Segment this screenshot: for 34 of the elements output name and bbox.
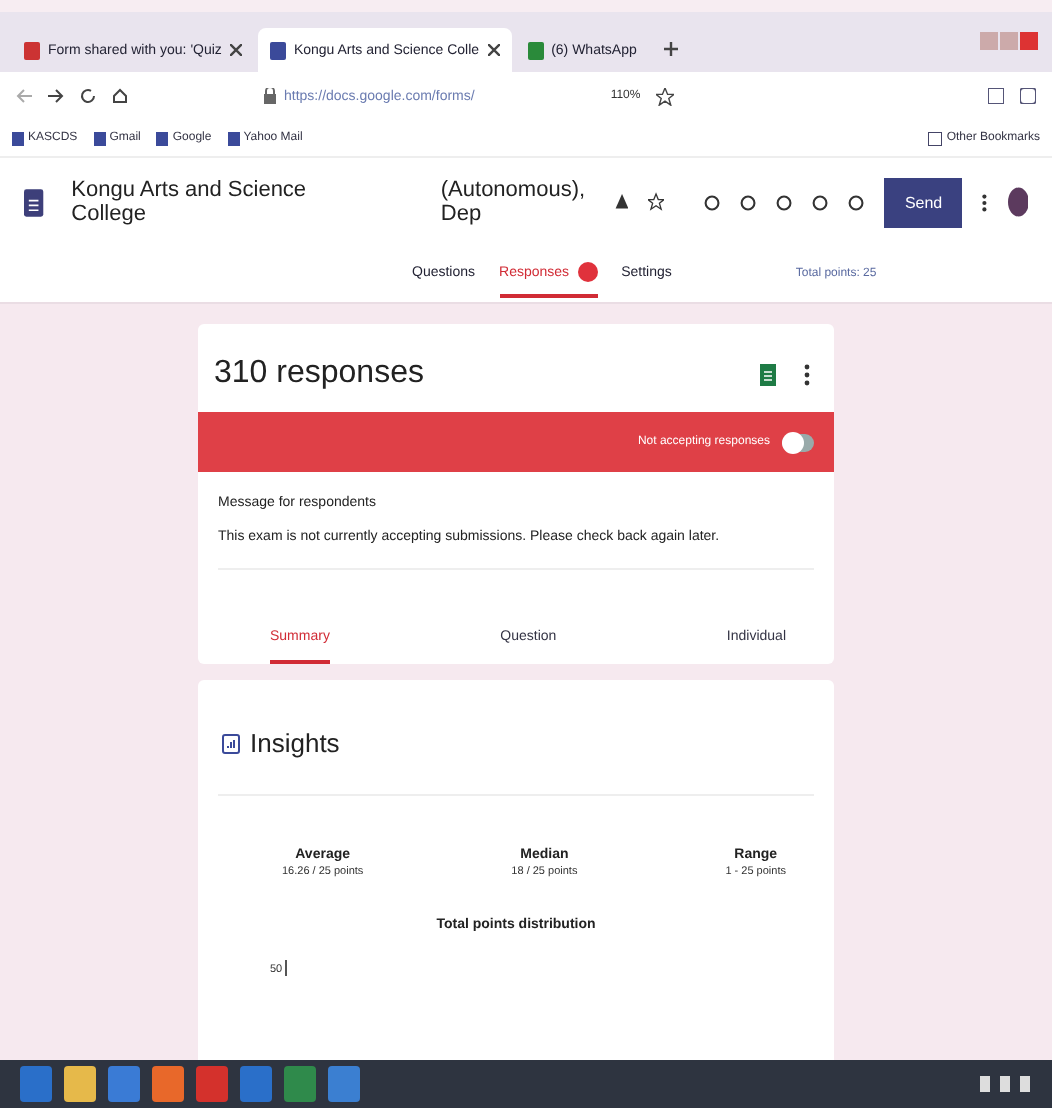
close-icon[interactable] (229, 44, 242, 56)
window-controls-icon[interactable] (980, 32, 1040, 52)
response-count: 310 responses (214, 356, 424, 392)
new-tab-icon[interactable] (664, 42, 679, 56)
accepting-toggle[interactable] (782, 433, 814, 451)
bookmark-icon (227, 131, 240, 145)
forward-icon[interactable] (48, 88, 64, 104)
send-button[interactable]: Send (884, 177, 963, 227)
page-icon (527, 41, 544, 59)
reload-icon[interactable] (80, 88, 96, 104)
extension-icon[interactable] (988, 88, 1004, 104)
bookmark-icon (156, 131, 169, 145)
tray-icons[interactable] (980, 1076, 1032, 1092)
axis-line-icon (284, 960, 289, 976)
page-icon (24, 41, 40, 59)
menu-icon[interactable] (1020, 88, 1036, 104)
close-icon[interactable] (487, 44, 500, 56)
lock-icon (264, 88, 276, 104)
spreadsheet-icon[interactable] (760, 363, 776, 385)
forms-icon (24, 185, 44, 219)
avatar-icon[interactable] (1007, 184, 1028, 220)
form-title: Kongu Arts and Science College (71, 178, 309, 226)
bookmark-icon (93, 131, 106, 145)
more-icon[interactable] (982, 191, 988, 213)
star-icon[interactable] (656, 87, 675, 105)
insights-title: Insights (250, 728, 340, 758)
form-subtitle: (Autonomous), Dep (440, 178, 588, 226)
insights-icon (222, 733, 240, 753)
alert-badge-icon (577, 262, 598, 282)
page-icon (269, 41, 286, 59)
star-icon[interactable] (648, 192, 665, 212)
bookmark-icon (12, 131, 24, 145)
home-icon[interactable] (112, 88, 128, 104)
more-icon[interactable] (804, 363, 810, 385)
